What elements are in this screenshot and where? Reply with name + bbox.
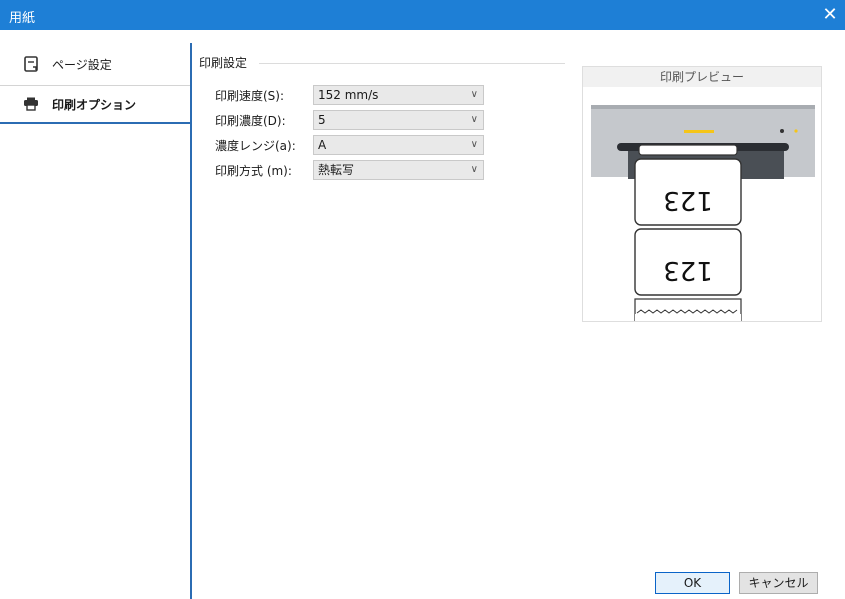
print-density-value: 5 (318, 113, 326, 127)
title-bar: 用紙 ✕ (0, 0, 845, 30)
print-speed-label: 印刷速度(S): (215, 89, 285, 103)
print-density-label: 印刷濃度(D): (215, 114, 286, 128)
ok-button[interactable]: OK (655, 572, 730, 594)
printer-icon (22, 95, 40, 113)
label-number: 123 (663, 185, 713, 215)
close-icon[interactable]: ✕ (815, 0, 845, 30)
print-preview-title: 印刷プレビュー (583, 67, 821, 87)
sidebar: ページ設定 印刷オプション (0, 43, 192, 599)
print-speed-value: 152 mm/s (318, 88, 379, 102)
density-range-value: A (318, 138, 327, 152)
printer-preview-illustration: 123 123 (591, 105, 815, 321)
chevron-down-icon: ∨ (470, 89, 478, 100)
chevron-down-icon: ∨ (470, 139, 478, 150)
section-divider (259, 63, 565, 64)
page-setup-icon (22, 55, 40, 73)
sidebar-item-page-setup[interactable]: ページ設定 (0, 46, 190, 82)
print-speed-select[interactable]: 152 mm/s ∨ (313, 85, 484, 105)
label-number: 123 (663, 255, 713, 285)
sidebar-item-print-options[interactable]: 印刷オプション (0, 85, 190, 124)
chevron-down-icon: ∨ (470, 164, 478, 175)
cancel-button[interactable]: キャンセル (739, 572, 818, 594)
print-method-select[interactable]: 熱転写 ∨ (313, 160, 484, 180)
density-range-select[interactable]: A ∨ (313, 135, 484, 155)
print-method-label: 印刷方式 (m): (215, 164, 292, 178)
print-density-select[interactable]: 5 ∨ (313, 110, 484, 130)
window-title: 用紙 (9, 11, 36, 26)
print-preview-panel: 印刷プレビュー 123 123 (582, 66, 822, 322)
chevron-down-icon: ∨ (470, 114, 478, 125)
sidebar-item-label: 印刷オプション (52, 97, 137, 112)
sidebar-item-label: ページ設定 (52, 57, 112, 72)
density-range-label: 濃度レンジ(a): (215, 139, 296, 153)
section-title: 印刷設定 (199, 56, 248, 70)
print-method-value: 熱転写 (318, 163, 355, 177)
